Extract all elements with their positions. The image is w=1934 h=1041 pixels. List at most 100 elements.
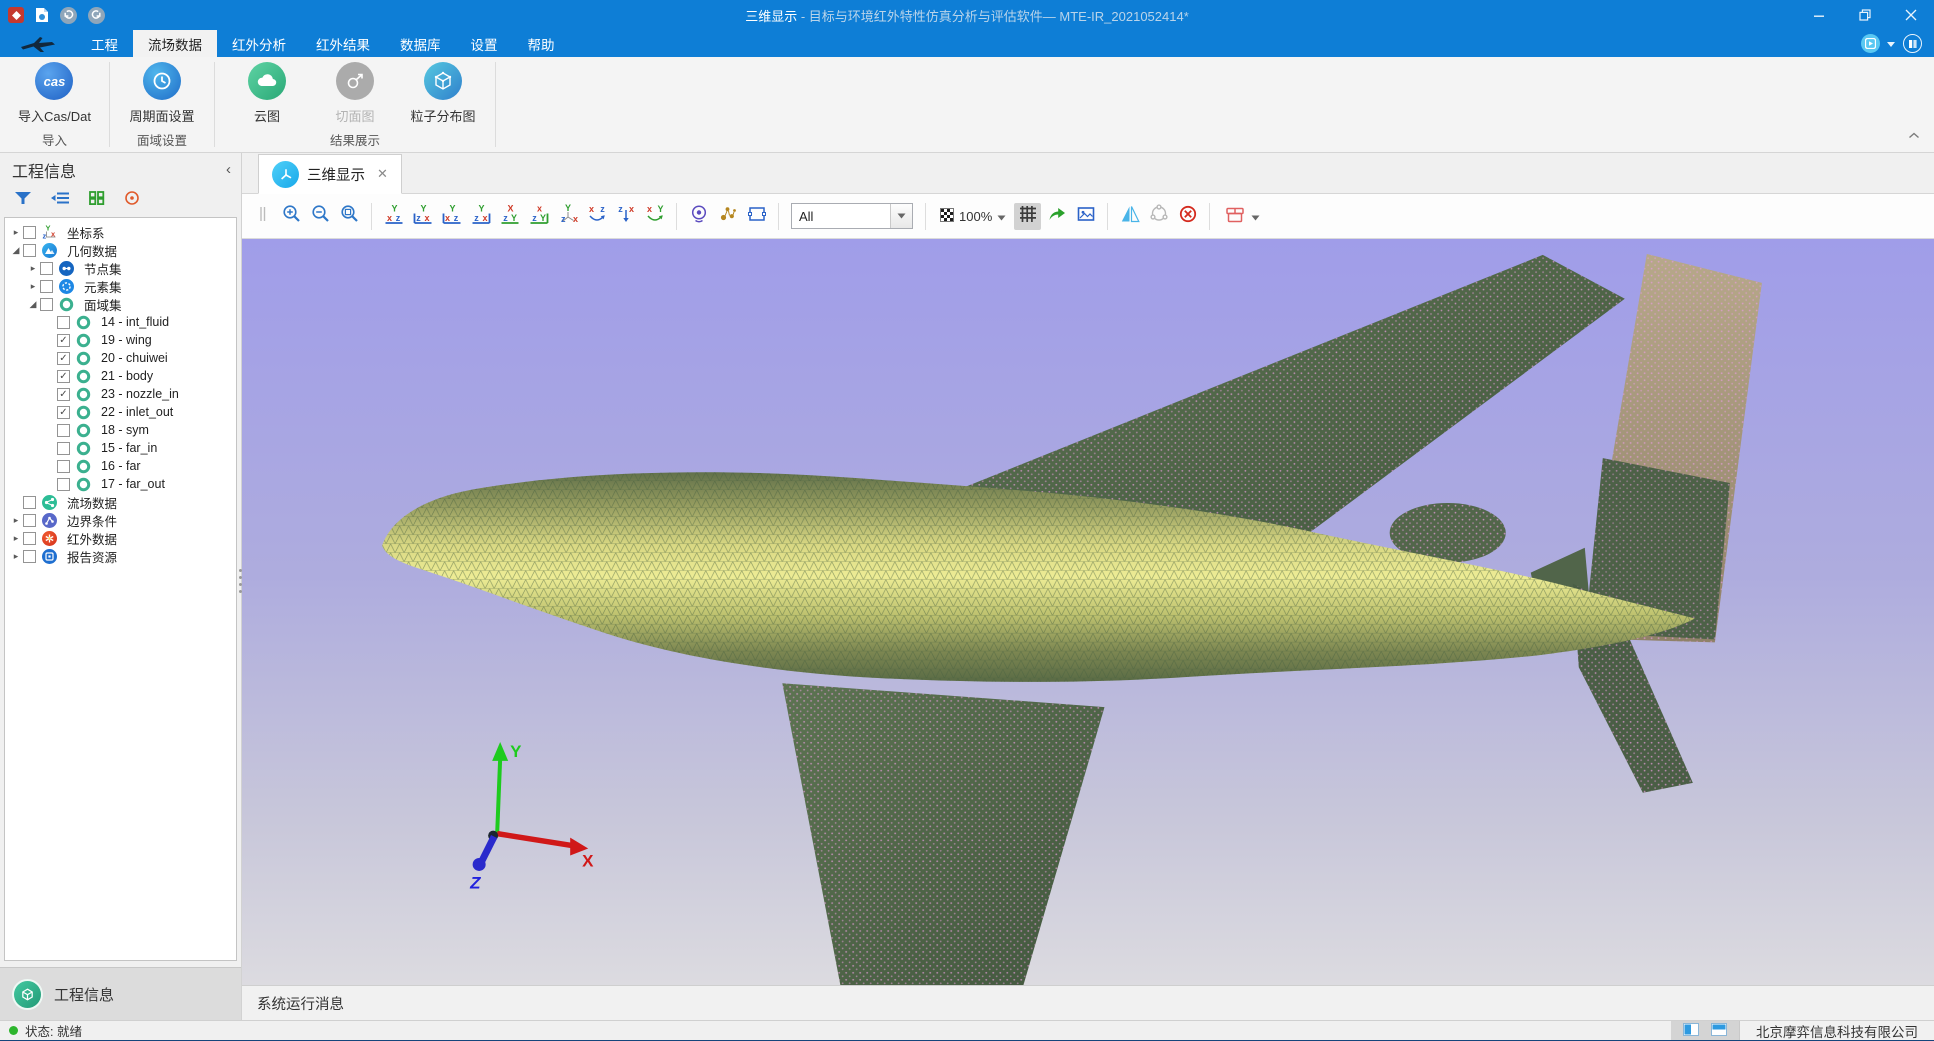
probe-button[interactable] — [685, 203, 712, 230]
tree-checkbox[interactable] — [23, 532, 36, 545]
menu-item-1[interactable]: 流场数据 — [133, 30, 217, 57]
tree-item-15-far-in[interactable]: 15 - far_in — [5, 439, 236, 457]
ribbon-cloud-button[interactable]: 云图 — [223, 62, 311, 126]
view-top-button[interactable]: XzY — [496, 203, 523, 230]
redo-icon[interactable] — [88, 7, 105, 24]
menu-item-0[interactable]: 工程 — [76, 30, 133, 57]
app-badge-icon[interactable] — [8, 7, 24, 23]
ribbon-collapse-icon[interactable] — [1908, 126, 1920, 144]
view-bottom-button[interactable]: xzY — [525, 203, 552, 230]
tree-item-23-nozzle-in[interactable]: ✓ 23 - nozzle_in — [5, 385, 236, 403]
dropdown-caret-icon[interactable] — [1887, 35, 1896, 53]
tree-expander-icon[interactable]: ▸ — [9, 533, 23, 544]
tree-item-node-1[interactable]: ◢ 几何数据 — [5, 241, 236, 259]
tree-item-node-0[interactable]: ▸ Yzx 坐标系 — [5, 223, 236, 241]
ribbon-cas-button[interactable]: cas导入Cas/Dat — [8, 62, 101, 126]
view-left-button[interactable]: Yxz — [438, 203, 465, 230]
target-icon[interactable] — [124, 190, 140, 211]
tree-checkbox[interactable] — [57, 460, 70, 473]
zoom-fit-button[interactable] — [336, 203, 363, 230]
panel-footer-tab[interactable]: 工程信息 — [0, 967, 241, 1020]
rot-z-button[interactable]: xY — [641, 203, 668, 230]
tab-close-icon[interactable]: ✕ — [377, 166, 388, 182]
tree-item-21-body[interactable]: ✓ 21 - body — [5, 367, 236, 385]
zoom-in-button[interactable] — [278, 203, 305, 230]
tree-checkbox[interactable]: ✓ — [57, 388, 70, 401]
mirror-button[interactable] — [1116, 203, 1143, 230]
tree-expander-icon[interactable]: ▸ — [9, 515, 23, 526]
tree-item-16-far[interactable]: 16 - far — [5, 457, 236, 475]
filter-icon[interactable] — [14, 191, 32, 210]
ribbon-clock-button[interactable]: 周期面设置 — [118, 62, 206, 126]
grip-button[interactable] — [249, 203, 276, 230]
snapshot-button[interactable] — [1072, 203, 1099, 230]
layout-left-panel-icon[interactable] — [1683, 1023, 1699, 1039]
save-document-icon[interactable] — [35, 7, 49, 23]
layer-filter-select[interactable]: All — [791, 203, 913, 229]
library-panel-icon[interactable] — [1903, 34, 1922, 53]
tree-item-node-17[interactable]: ▸ 红外数据 — [5, 529, 236, 547]
tree-item-20-chuiwei[interactable]: ✓ 20 - chuiwei — [5, 349, 236, 367]
ribbon-cube-button[interactable]: 粒子分布图 — [399, 62, 487, 126]
menu-item-3[interactable]: 红外结果 — [301, 30, 385, 57]
run-panel-icon[interactable] — [1861, 34, 1880, 53]
tree-checkbox[interactable] — [40, 262, 53, 275]
export-button[interactable] — [1043, 203, 1070, 230]
view-back-button[interactable]: Yzx — [409, 203, 436, 230]
tree-checkbox[interactable] — [57, 442, 70, 455]
panel-collapse-icon[interactable]: ‹ — [226, 162, 231, 177]
tree-checkbox[interactable]: ✓ — [57, 352, 70, 365]
select-rect-button[interactable] — [743, 203, 770, 230]
tree-checkbox[interactable] — [57, 424, 70, 437]
cancel-button[interactable] — [1174, 203, 1201, 230]
tree-item-19-wing[interactable]: ✓ 19 - wing — [5, 331, 236, 349]
tree-expander-icon[interactable]: ▸ — [9, 227, 23, 238]
close-button[interactable] — [1888, 0, 1934, 30]
list-view-icon[interactable] — [51, 191, 70, 210]
tree-checkbox[interactable] — [23, 226, 36, 239]
rot-y-button[interactable]: zx — [612, 203, 639, 230]
tree-expander-icon[interactable]: ▸ — [26, 263, 40, 274]
tree-item-node-16[interactable]: ▸ 边界条件 — [5, 511, 236, 529]
tree-item-node-15[interactable]: 流场数据 — [5, 493, 236, 511]
tree-expander-icon[interactable]: ◢ — [26, 299, 40, 310]
tree-checkbox[interactable]: ✓ — [57, 370, 70, 383]
tree-item-node-3[interactable]: ▸ 元素集 — [5, 277, 236, 295]
view-front-button[interactable]: Yxz — [380, 203, 407, 230]
tree-item-node-18[interactable]: ▸ 报告资源 — [5, 547, 236, 565]
tree-checkbox[interactable] — [23, 496, 36, 509]
tree-checkbox[interactable] — [23, 244, 36, 257]
grid-toggle-button[interactable] — [1014, 203, 1041, 230]
tree-checkbox[interactable] — [57, 478, 70, 491]
layout-top-panel-icon[interactable] — [1711, 1023, 1727, 1039]
tree-item-22-inlet-out[interactable]: ✓ 22 - inlet_out — [5, 403, 236, 421]
tree-item-node-4[interactable]: ◢ 面域集 — [5, 295, 236, 313]
tree-expander-icon[interactable]: ◢ — [9, 245, 23, 256]
rot-x-button[interactable]: xz — [583, 203, 610, 230]
tree-item-18-sym[interactable]: 18 - sym — [5, 421, 236, 439]
menu-item-6[interactable]: 帮助 — [513, 30, 570, 57]
minimize-button[interactable] — [1796, 0, 1842, 30]
tree-checkbox[interactable] — [57, 316, 70, 329]
tree-checkbox[interactable] — [23, 514, 36, 527]
combo-dropdown-icon[interactable] — [890, 204, 912, 228]
view-right-button[interactable]: Yzx — [467, 203, 494, 230]
tree-checkbox[interactable] — [40, 298, 53, 311]
package-button[interactable] — [1218, 203, 1266, 230]
tree-checkbox[interactable] — [40, 280, 53, 293]
menu-item-4[interactable]: 数据库 — [385, 30, 456, 57]
link-nodes-button[interactable] — [1145, 203, 1172, 230]
particles-button[interactable] — [714, 203, 741, 230]
tree-item-14-int-fluid[interactable]: 14 - int_fluid — [5, 313, 236, 331]
grid-view-icon[interactable] — [89, 191, 105, 210]
tree-checkbox[interactable]: ✓ — [57, 406, 70, 419]
opacity-button[interactable]: 100% — [934, 203, 1012, 230]
zoom-out-button[interactable] — [307, 203, 334, 230]
tree-item-17-far-out[interactable]: 17 - far_out — [5, 475, 236, 493]
tab-3d-display[interactable]: 三维显示 ✕ — [258, 154, 402, 194]
tree-expander-icon[interactable]: ▸ — [26, 281, 40, 292]
tree-expander-icon[interactable]: ▸ — [9, 551, 23, 562]
panel-splitter-handle[interactable] — [237, 558, 244, 604]
tree-checkbox[interactable] — [23, 550, 36, 563]
tree-checkbox[interactable]: ✓ — [57, 334, 70, 347]
